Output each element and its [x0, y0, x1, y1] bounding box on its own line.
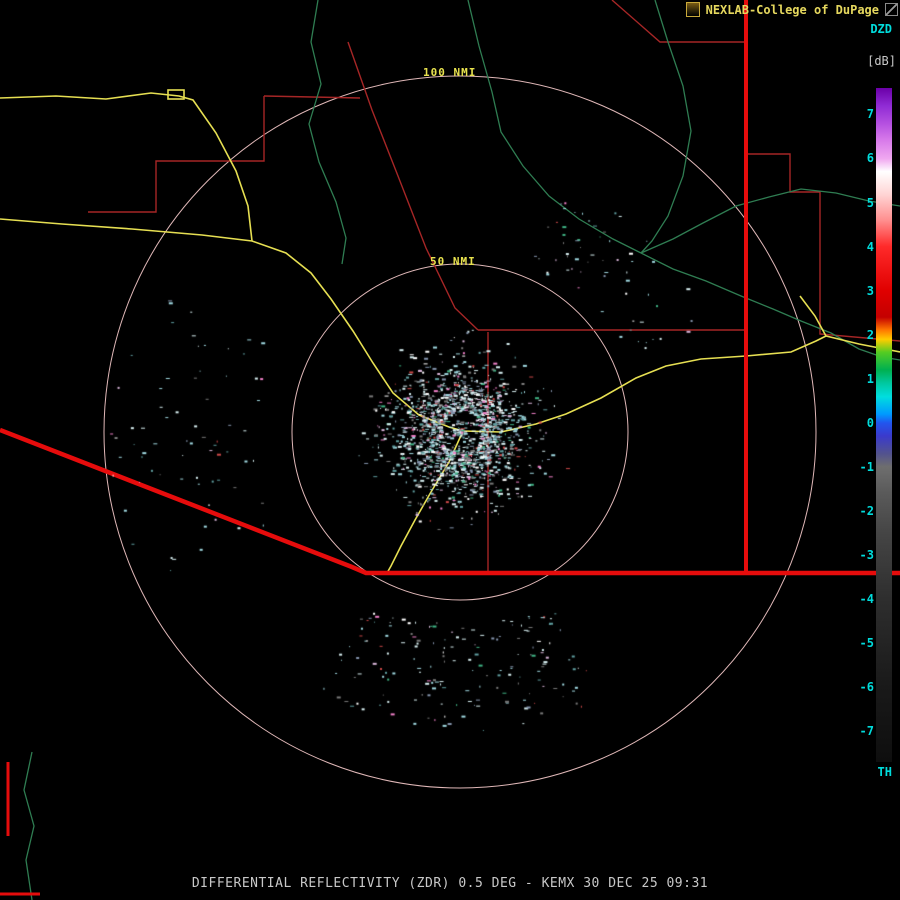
colorbar-bottom-label: TH: [877, 765, 892, 779]
colorbar-tick: 1: [866, 371, 874, 386]
range-rings: [103, 75, 817, 789]
map-overlay: [0, 0, 900, 900]
ring-label-100nmi: 100 NMI: [423, 66, 477, 79]
nexlab-logo-icon: [685, 2, 700, 17]
colorbar-tick: 4: [866, 239, 874, 254]
colorbar-tick: -7: [859, 724, 874, 739]
colorbar-tick: 7: [866, 107, 874, 122]
ring-label-50nmi: 50 NMI: [430, 255, 476, 268]
colorbar-tick: 2: [866, 327, 874, 342]
county-line: [347, 41, 479, 331]
highway-line: [386, 430, 464, 574]
ring-100nmi: [103, 75, 817, 789]
colorbar-product-label: DZD: [870, 22, 892, 36]
colorbar-tick: -6: [859, 680, 874, 695]
river-line: [640, 0, 692, 254]
county-line: [263, 95, 361, 99]
colorbar: DZD [dB] 7 6 5 4 3 2 1 0 -1 -2 -3 -4 -5 -6 -7 TH: [840, 0, 900, 900]
river-lines: [23, 0, 900, 900]
colorbar-gradient: [876, 88, 892, 762]
city-marker: [167, 89, 185, 100]
colorbar-tick: 0: [866, 415, 874, 430]
colorbar-tick: 6: [866, 151, 874, 166]
highway-line: [0, 218, 900, 433]
colorbar-tick: -5: [859, 636, 874, 651]
county-line: [88, 96, 265, 213]
county-border-lines: [88, 0, 900, 572]
colorbar-tick: -2: [859, 503, 874, 518]
highway-line: [799, 295, 827, 337]
highway-line: [0, 92, 253, 242]
colorbar-units-label: [dB]: [867, 54, 896, 68]
river-line: [308, 0, 347, 265]
river-line: [467, 0, 642, 254]
highway-lines: [0, 89, 900, 574]
colorbar-tick: 5: [866, 195, 874, 210]
radar-echo-layer: [0, 0, 900, 900]
product-caption: DIFFERENTIAL REFLECTIVITY (ZDR) 0.5 DEG …: [191, 876, 709, 891]
international-border-line: [0, 427, 900, 576]
ring-50nmi: [291, 263, 629, 601]
colorbar-tick: 3: [866, 283, 874, 298]
radar-screen: 100 NMI 50 NMI NEXLAB-College of DuPage …: [0, 0, 900, 900]
state-border-lines: [0, 0, 900, 896]
colorbar-tick: -4: [859, 592, 874, 606]
colorbar-tick: -3: [859, 547, 874, 562]
colorbar-tick: -1: [859, 459, 874, 474]
